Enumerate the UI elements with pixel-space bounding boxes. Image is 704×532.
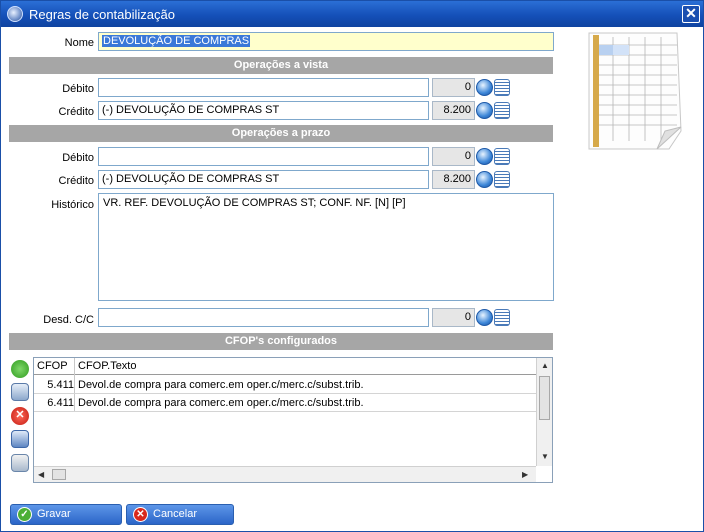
scroll-left-icon[interactable]: ◀ bbox=[38, 470, 44, 479]
cfop-table: CFOP CFOP.Texto 5.411 Devol.de compra pa… bbox=[33, 357, 553, 483]
desd-list-icon[interactable] bbox=[494, 309, 510, 326]
window-title: Regras de contabilização bbox=[29, 7, 175, 22]
vista-debito-label: Débito bbox=[62, 83, 94, 95]
spreadsheet-icon bbox=[588, 32, 682, 150]
vista-credito-label: Crédito bbox=[58, 106, 94, 118]
check-icon: ✓ bbox=[17, 507, 32, 522]
cancelar-button[interactable]: ✕ Cancelar bbox=[126, 504, 234, 525]
vertical-scrollbar[interactable]: ▲ ▼ bbox=[536, 358, 552, 466]
scroll-down-icon[interactable]: ▼ bbox=[541, 452, 549, 461]
app-icon bbox=[7, 6, 23, 22]
desd-input[interactable] bbox=[98, 308, 429, 327]
cell-texto: Devol.de compra para comerc.em oper.c/me… bbox=[78, 397, 364, 409]
vista-credito-search-icon[interactable] bbox=[476, 102, 493, 119]
section-operacoes-vista: Operações a vista bbox=[9, 57, 553, 74]
title-bar: Regras de contabilização ✕ bbox=[1, 1, 703, 27]
cell-cfop: 6.411 bbox=[47, 397, 74, 409]
vista-credito-list-icon[interactable] bbox=[494, 102, 510, 119]
historico-textarea[interactable]: VR. REF. DEVOLUÇÃO DE COMPRAS ST; CONF. … bbox=[98, 193, 554, 301]
cell-texto: Devol.de compra para comerc.em oper.c/me… bbox=[78, 379, 364, 391]
section-cfop: CFOP's configurados bbox=[9, 333, 553, 350]
copy-icon[interactable] bbox=[11, 430, 29, 448]
section-operacoes-prazo: Operações a prazo bbox=[9, 125, 553, 142]
vista-credito-code[interactable]: 8.200 bbox=[432, 101, 475, 120]
table-row[interactable]: 6.411 Devol.de compra para comerc.em ope… bbox=[34, 394, 536, 412]
table-row[interactable]: 5.411 Devol.de compra para comerc.em ope… bbox=[34, 376, 536, 394]
desd-label: Desd. C/C bbox=[43, 314, 94, 326]
col-header-texto[interactable]: CFOP.Texto bbox=[78, 360, 137, 372]
vista-debito-input[interactable] bbox=[98, 78, 429, 97]
gravar-button[interactable]: ✓ Gravar bbox=[10, 504, 122, 525]
col-header-cfop[interactable]: CFOP bbox=[37, 360, 68, 372]
scroll-right-icon[interactable]: ▶ bbox=[522, 470, 528, 479]
delete-icon[interactable]: ✕ bbox=[11, 407, 29, 425]
vista-credito-input[interactable]: (-) DEVOLUÇÃO DE COMPRAS ST bbox=[98, 101, 429, 120]
dialog-window: Regras de contabilização ✕ Nome DEVOLUÇÃ… bbox=[0, 0, 704, 532]
nome-input[interactable]: DEVOLUÇÃO DE COMPRAS bbox=[98, 32, 554, 51]
prazo-credito-search-icon[interactable] bbox=[476, 171, 493, 188]
prazo-debito-list-icon[interactable] bbox=[494, 148, 510, 165]
clear-icon[interactable] bbox=[11, 454, 29, 472]
vista-debito-code[interactable]: 0 bbox=[432, 78, 475, 97]
close-icon[interactable]: ✕ bbox=[682, 5, 700, 23]
vista-debito-search-icon[interactable] bbox=[476, 79, 493, 96]
vista-debito-list-icon[interactable] bbox=[494, 79, 510, 96]
add-icon[interactable] bbox=[11, 360, 29, 378]
vertical-scroll-thumb[interactable] bbox=[539, 376, 550, 420]
prazo-debito-search-icon[interactable] bbox=[476, 148, 493, 165]
horizontal-scroll-thumb[interactable] bbox=[52, 469, 66, 480]
cancelar-label: Cancelar bbox=[153, 508, 198, 520]
horizontal-scrollbar[interactable]: ◀ ▶ bbox=[34, 466, 536, 482]
desd-search-icon[interactable] bbox=[476, 309, 493, 326]
prazo-credito-input[interactable]: (-) DEVOLUÇÃO DE COMPRAS ST bbox=[98, 170, 429, 189]
cancel-icon: ✕ bbox=[133, 507, 148, 522]
prazo-debito-input[interactable] bbox=[98, 147, 429, 166]
gravar-label: Gravar bbox=[37, 508, 71, 520]
historico-label: Histórico bbox=[51, 199, 94, 211]
prazo-debito-label: Débito bbox=[62, 152, 94, 164]
scroll-up-icon[interactable]: ▲ bbox=[541, 361, 549, 370]
edit-icon[interactable] bbox=[11, 383, 29, 401]
prazo-credito-code[interactable]: 8.200 bbox=[432, 170, 475, 189]
table-header: CFOP CFOP.Texto bbox=[34, 358, 536, 375]
cell-cfop: 5.411 bbox=[47, 379, 74, 391]
prazo-credito-list-icon[interactable] bbox=[494, 171, 510, 188]
desd-code[interactable]: 0 bbox=[432, 308, 475, 327]
prazo-debito-code[interactable]: 0 bbox=[432, 147, 475, 166]
nome-label: Nome bbox=[64, 37, 94, 49]
prazo-credito-label: Crédito bbox=[58, 175, 94, 187]
